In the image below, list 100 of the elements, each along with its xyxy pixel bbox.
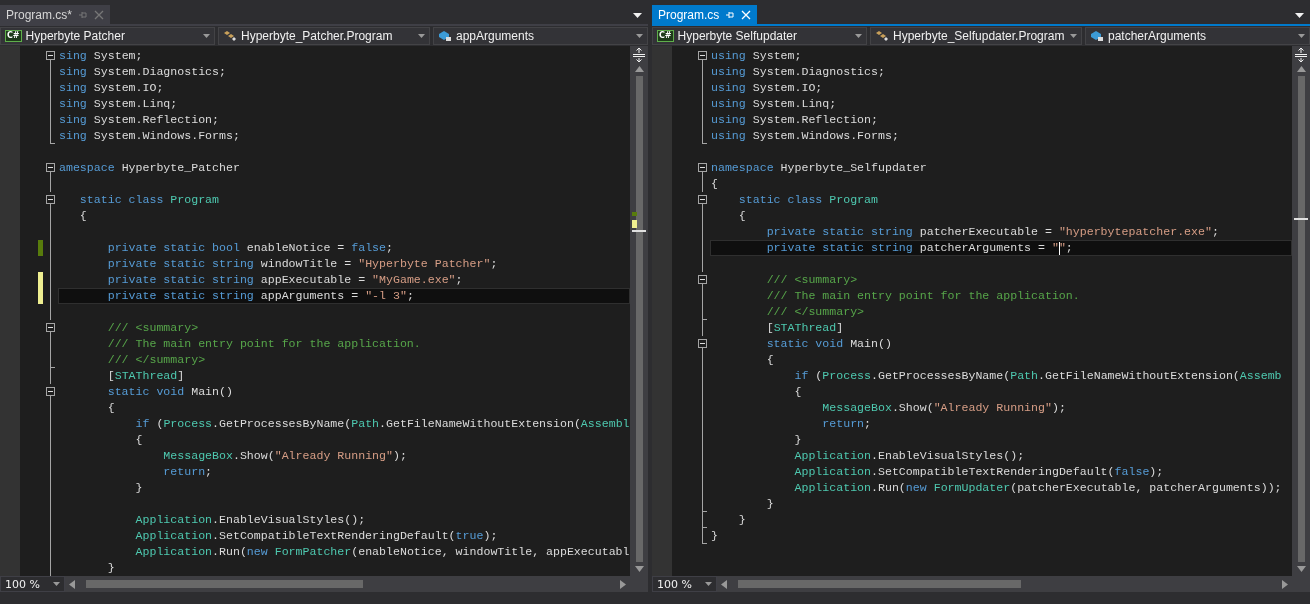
scroll-left-icon[interactable]	[69, 579, 75, 589]
scrollbar-thumb[interactable]	[738, 580, 1021, 588]
code-line: using System;	[711, 49, 802, 63]
navigation-dropdown[interactable]: Hyperbyte_Selfupdater.Program	[870, 27, 1082, 45]
collapse-toggle[interactable]	[46, 51, 55, 60]
code-line: sing System.Diagnostics;	[59, 65, 226, 79]
scroll-right-icon[interactable]	[620, 579, 626, 589]
code-line: return;	[162, 465, 213, 479]
dropdown-label: patcherArguments	[1108, 29, 1207, 43]
caret-scroll-marker	[632, 230, 646, 232]
close-icon[interactable]	[94, 9, 105, 20]
code-line: /// </summary>	[106, 353, 206, 367]
code-line: Application.Run(new FormPatcher(enableNotice, windowTitle, appExecutabl	[134, 545, 630, 559]
scroll-down-icon[interactable]	[1296, 566, 1306, 572]
dropdown-label: Hyperbyte Selfupdater	[677, 29, 797, 43]
code-line: using System.IO;	[711, 81, 823, 95]
code-line: {	[765, 353, 774, 367]
split-handle-icon[interactable]	[633, 48, 645, 62]
scrollbar-thumb[interactable]	[86, 580, 364, 588]
code-line: [STAThread]	[765, 321, 844, 335]
tab-list-caret-icon[interactable]	[633, 13, 642, 18]
vertical-scrollbar[interactable]	[630, 46, 648, 576]
code-line: {	[134, 433, 143, 447]
code-line: /// </summary>	[765, 305, 865, 319]
csharp-project-icon: C#	[657, 30, 674, 42]
code-line: {	[793, 385, 802, 399]
zoom-dropdown[interactable]: 100 %	[0, 576, 65, 592]
navigation-dropdown[interactable]: C# Hyperbyte Selfupdater	[652, 27, 867, 45]
dropdown-caret-icon	[705, 582, 712, 586]
collapse-toggle[interactable]	[46, 163, 55, 172]
dropdown-label: Hyperbyte_Selfupdater.Program	[893, 29, 1065, 43]
code-line: /// <summary>	[106, 321, 199, 335]
code-line: static class Program	[737, 193, 878, 207]
code-line: }	[106, 561, 115, 575]
code-line: using System.Reflection;	[711, 113, 878, 127]
scroll-right-icon[interactable]	[1282, 579, 1288, 589]
scrollbar-thumb[interactable]	[1297, 76, 1305, 562]
code-line: {	[106, 401, 115, 415]
navigation-dropdown[interactable]: Hyperbyte_Patcher.Program	[218, 27, 430, 45]
scrollbar-thumb[interactable]	[635, 76, 643, 562]
split-handle-icon[interactable]	[1295, 48, 1307, 62]
scroll-up-icon[interactable]	[1296, 66, 1306, 72]
collapse-toggle[interactable]	[698, 275, 707, 284]
document-tab[interactable]: Program.cs*	[0, 5, 111, 24]
collapse-toggle[interactable]	[46, 195, 55, 204]
code-line: private static string windowTitle = "Hyperbyte Patcher";	[106, 257, 498, 271]
collapse-toggle[interactable]	[698, 163, 707, 172]
collapse-toggle[interactable]	[46, 387, 55, 396]
navigation-dropdown[interactable]: appArguments	[433, 27, 648, 45]
code-line: }	[711, 529, 718, 543]
dropdown-label: appArguments	[456, 29, 535, 43]
code-line: Application.SetCompatibleTextRenderingDefault(true);	[134, 529, 498, 543]
code-line: private static bool enableNotice = false;	[106, 241, 393, 255]
code-line: if (Process.GetProcessesByName(Path.GetFileNameWithoutExtension(Assemb	[793, 369, 1282, 383]
code-line: MessageBox.Show("Already Running");	[162, 449, 407, 463]
dropdown-label: Hyperbyte_Patcher.Program	[241, 29, 393, 43]
code-line: private static string appExecutable = "MyGame.exe";	[106, 273, 463, 287]
class-icon	[223, 30, 237, 42]
code-line: static void Main()	[765, 337, 892, 351]
collapse-toggle[interactable]	[698, 339, 707, 348]
class-icon	[875, 30, 889, 42]
dropdown-caret-icon	[855, 34, 862, 38]
navigation-dropdown[interactable]: patcherArguments	[1085, 27, 1310, 45]
code-line: Application.EnableVisualStyles();	[793, 449, 1025, 463]
code-line: private static string patcherExecutable = "hyperbytepatcher.exe";	[765, 225, 1219, 239]
navigation-dropdown[interactable]: C# Hyperbyte Patcher	[0, 27, 215, 45]
code-line: if (Process.GetProcessesByName(Path.GetFileNameWithoutExtension(Assembl	[134, 417, 630, 431]
collapse-toggle[interactable]	[698, 195, 707, 204]
scroll-left-icon[interactable]	[721, 579, 727, 589]
code-line: Application.Run(new FormUpdater(patcherExecutable, patcherArguments));	[793, 481, 1282, 495]
code-line: sing System.Reflection;	[59, 113, 220, 127]
code-line: }	[765, 497, 774, 511]
zoom-dropdown[interactable]: 100 %	[652, 576, 717, 592]
code-line: using System.Diagnostics;	[711, 65, 885, 79]
scroll-up-icon[interactable]	[634, 66, 644, 72]
tab-list-caret-icon[interactable]	[1295, 13, 1304, 18]
collapse-toggle[interactable]	[46, 323, 55, 332]
code-line: [STAThread]	[106, 369, 185, 383]
code-line: {	[737, 209, 746, 223]
code-line: sing System.Windows.Forms;	[59, 129, 240, 143]
dropdown-caret-icon	[53, 582, 60, 586]
change-scroll-marker	[632, 212, 637, 216]
vertical-scrollbar[interactable]	[1292, 46, 1310, 576]
scroll-down-icon[interactable]	[634, 566, 644, 572]
collapse-toggle[interactable]	[698, 51, 707, 60]
code-line: /// <summary>	[765, 273, 858, 287]
document-tab[interactable]: Program.cs	[652, 5, 758, 24]
code-line: sing System.Linq;	[59, 97, 178, 111]
code-line: static void Main()	[106, 385, 233, 399]
code-line: /// The main entry point for the application.	[765, 289, 1080, 303]
code-line: private static string appArguments = "-l 3";	[106, 289, 414, 303]
pin-icon[interactable]	[725, 9, 736, 20]
code-line: Application.EnableVisualStyles();	[134, 513, 366, 527]
csharp-project-icon: C#	[5, 30, 22, 42]
dropdown-caret-icon	[1298, 34, 1305, 38]
code-line: using System.Windows.Forms;	[711, 129, 899, 143]
code-line: }	[793, 433, 802, 447]
dropdown-caret-icon	[1070, 34, 1077, 38]
code-line: sing System;	[59, 49, 143, 63]
dropdown-caret-icon	[636, 34, 643, 38]
